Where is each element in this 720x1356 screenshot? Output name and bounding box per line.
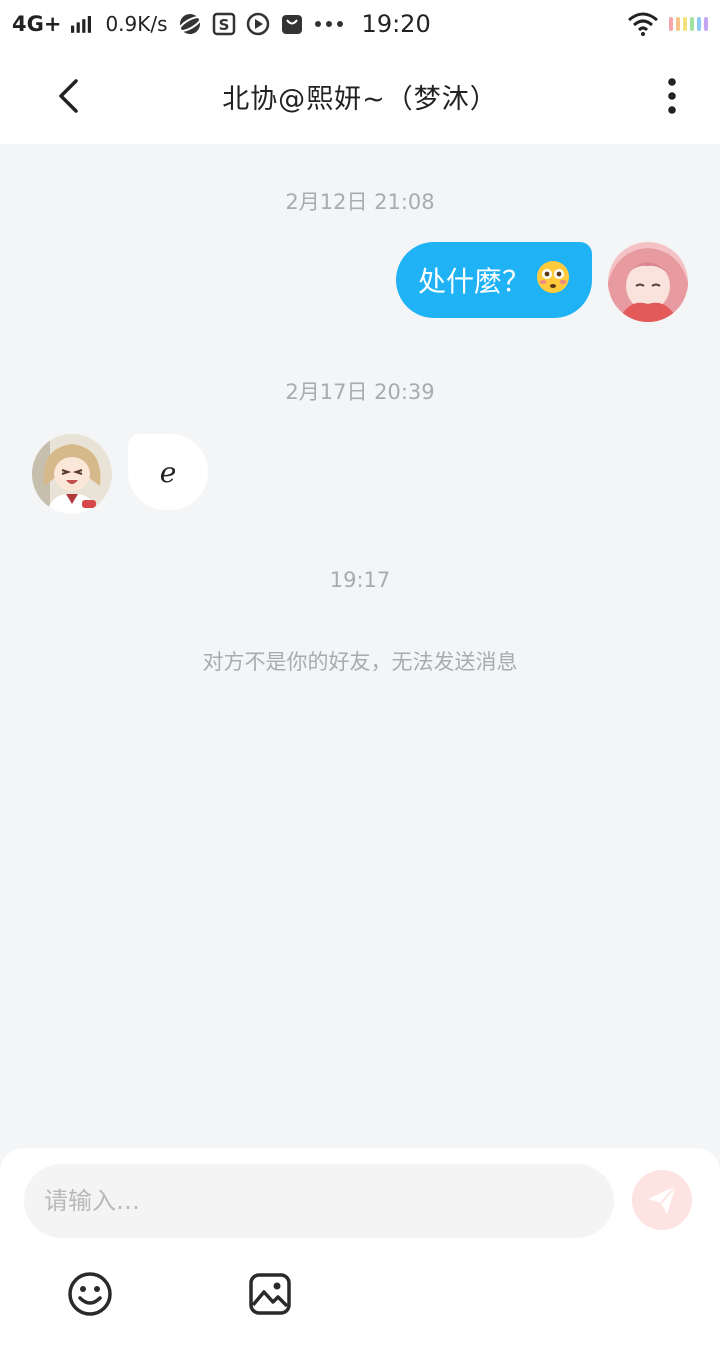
network-type: 4G+ xyxy=(12,12,62,36)
network-speed: 0.9K/s xyxy=(105,12,168,36)
more-vertical-icon xyxy=(668,78,676,114)
image-button[interactable] xyxy=(246,1270,294,1318)
flushed-face-emoji xyxy=(536,260,570,301)
emoji-icon xyxy=(68,1272,112,1316)
signal-icon xyxy=(71,12,95,36)
svg-text:S: S xyxy=(218,16,229,34)
message-text: e xyxy=(159,455,177,489)
send-button[interactable] xyxy=(632,1170,692,1230)
message-input[interactable] xyxy=(24,1164,614,1238)
outgoing-message-bubble[interactable]: 处什麼？ xyxy=(396,242,592,318)
my-avatar[interactable] xyxy=(608,242,688,322)
chat-header: 北协@熙妍~（梦沐） xyxy=(0,48,720,144)
wifi-icon xyxy=(627,12,659,36)
battery-icon xyxy=(669,17,708,31)
s-app-icon: S xyxy=(212,12,236,36)
incoming-message-bubble[interactable]: e xyxy=(128,434,208,510)
paper-plane-icon xyxy=(648,1185,677,1214)
message-timestamp: 2月12日 21:08 xyxy=(285,190,435,214)
more-options-button[interactable] xyxy=(652,74,692,118)
play-icon xyxy=(246,12,270,36)
status-time: 19:20 xyxy=(361,10,431,38)
browser-icon xyxy=(177,12,202,36)
back-button[interactable] xyxy=(48,74,88,118)
message-text: 处什麼？ xyxy=(417,265,530,298)
message-timestamp: 19:17 xyxy=(329,568,391,592)
status-bar: 4G+ 0.9K/s S 19:20 xyxy=(0,0,720,48)
chevron-left-icon xyxy=(59,79,78,113)
bag-icon xyxy=(280,12,304,36)
message-composer xyxy=(0,1148,720,1356)
message-timestamp: 2月17日 20:39 xyxy=(285,380,435,404)
image-icon xyxy=(249,1273,291,1315)
contact-avatar[interactable] xyxy=(32,434,112,514)
more-dots-icon xyxy=(314,12,344,36)
emoji-button[interactable] xyxy=(66,1270,114,1318)
not-friend-notice: 对方不是你的好友，无法发送消息 xyxy=(202,650,518,674)
page-title: 北协@熙妍~（梦沐） xyxy=(222,83,498,115)
